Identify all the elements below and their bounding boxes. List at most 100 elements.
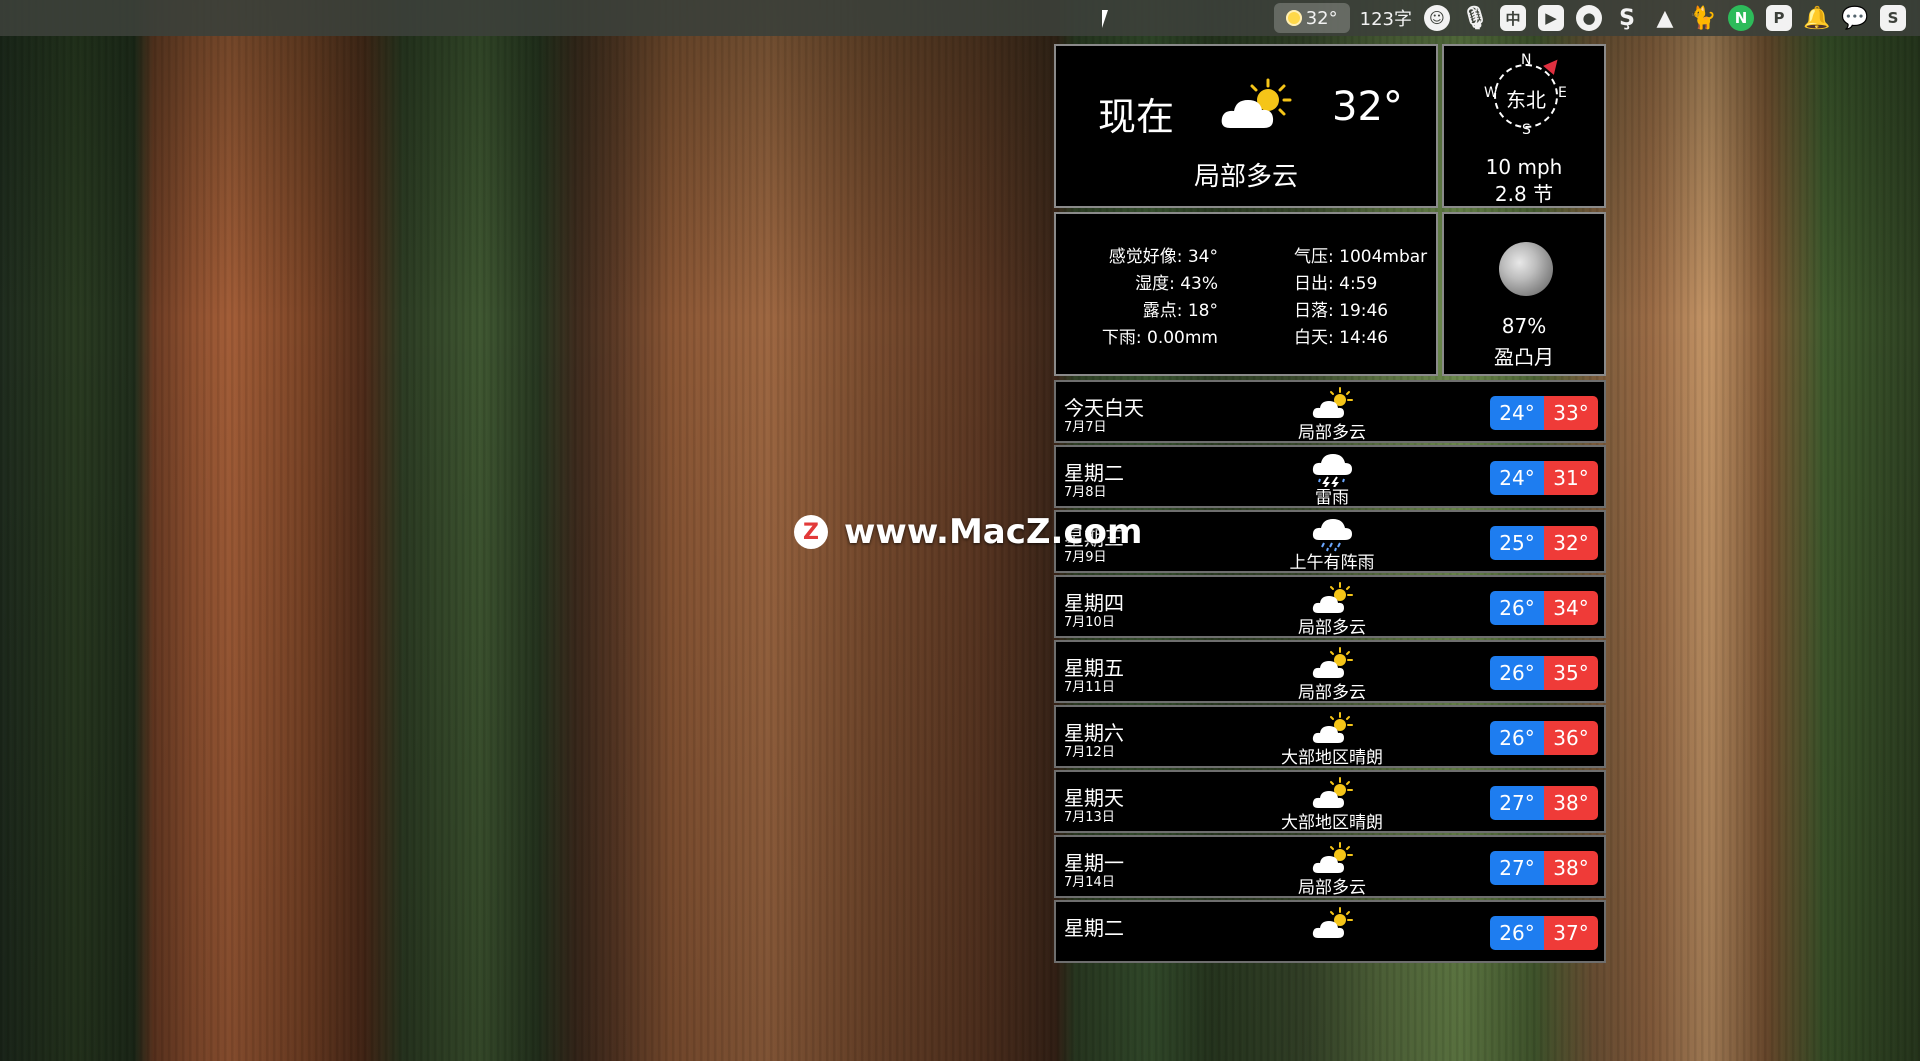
- dew-point: 露点: 18°: [1142, 301, 1218, 321]
- temperature-range: 24° 33°: [1490, 396, 1598, 430]
- partly-cloudy-icon: [1312, 582, 1353, 613]
- partly-cloudy-icon: [1312, 842, 1353, 873]
- current-temperature: 32°: [1332, 84, 1403, 130]
- forecast-row[interactable]: 今天白天 7月7日 局部多云 24° 33°: [1054, 380, 1606, 443]
- wechat-icon[interactable]: 💬: [1841, 5, 1868, 31]
- partly-cloudy-icon: [1221, 78, 1292, 128]
- microphone-icon[interactable]: 🎙: [1461, 5, 1489, 31]
- forecast-condition: 上午有阵雨: [1289, 553, 1375, 573]
- forecast-condition: 雷雨: [1315, 488, 1349, 508]
- forecast-row[interactable]: 星期六 7月12日 大部地区晴朗 26° 36°: [1054, 705, 1606, 768]
- moon-phase-card: 87% 盈凸月: [1442, 212, 1606, 376]
- watermark-logo: Z: [794, 515, 828, 549]
- forecast-row[interactable]: 星期天 7月13日 大部地区晴朗 27° 38°: [1054, 770, 1606, 833]
- forecast-condition: 大部地区晴朗: [1281, 813, 1383, 833]
- wind-direction: 东北: [1506, 88, 1546, 112]
- temperature-range: 26° 35°: [1490, 656, 1598, 690]
- details-right-column: 气压: 1004mbar 日出: 4:59 日落: 19:46 白天: 14:4…: [1294, 244, 1427, 352]
- high-temp: 35°: [1544, 656, 1598, 690]
- menubar-temperature: 32°: [1305, 7, 1338, 29]
- forecast-condition: 局部多云: [1298, 618, 1366, 638]
- s-icon[interactable]: Ş: [1614, 5, 1640, 31]
- weather-details-card: 感觉好像: 34° 湿度: 43% 露点: 18° 下雨: 0.00mm 气压:…: [1054, 212, 1438, 376]
- wind-speed: 10 mph 2.8 节: [1444, 154, 1604, 208]
- low-temp: 26°: [1490, 916, 1544, 950]
- bell-icon[interactable]: 🔔: [1803, 5, 1830, 31]
- bookmark-icon[interactable]: ▶: [1538, 5, 1564, 31]
- temperature-range: 24° 31°: [1490, 461, 1598, 495]
- forecast-condition: 局部多云: [1298, 878, 1366, 898]
- thunderstorm-icon: [1312, 454, 1352, 487]
- high-temp: 37°: [1544, 916, 1598, 950]
- forecast-date: 7月8日: [1064, 485, 1107, 500]
- compass-icon: N S W E 东北: [1484, 52, 1567, 138]
- partly-cloudy-icon: [1312, 907, 1353, 938]
- forecast-date: 7月13日: [1064, 810, 1115, 825]
- now-label: 现在: [1098, 95, 1175, 139]
- wind-card: N S W E 东北 10 mph 2.8 节: [1442, 44, 1606, 208]
- low-temp: 26°: [1490, 656, 1544, 690]
- high-temp: 33°: [1544, 396, 1598, 430]
- moon-phase: 盈凸月: [1494, 345, 1554, 369]
- forecast-condition: 局部多云: [1298, 683, 1366, 703]
- wind-mph: 10 mph: [1485, 155, 1563, 179]
- forecast-condition: 局部多云: [1298, 423, 1366, 443]
- forecast-date: 7月14日: [1064, 875, 1115, 890]
- low-temp: 27°: [1490, 851, 1544, 885]
- high-temp: 36°: [1544, 721, 1598, 755]
- forecast-date: 7月12日: [1064, 745, 1115, 760]
- forecast-condition: 大部地区晴朗: [1281, 748, 1383, 768]
- partly-cloudy-icon: [1285, 10, 1302, 26]
- low-temp: 26°: [1490, 721, 1544, 755]
- feels-like: 感觉好像: 34°: [1108, 247, 1218, 267]
- partly-cloudy-icon: [1312, 647, 1353, 678]
- temperature-range: 26° 37°: [1490, 916, 1598, 950]
- low-temp: 26°: [1490, 591, 1544, 625]
- mouse-cursor: [1102, 10, 1108, 28]
- low-temp: 24°: [1490, 461, 1544, 495]
- mountain-icon[interactable]: ▲: [1652, 5, 1678, 31]
- record-icon[interactable]: ●: [1576, 5, 1602, 31]
- n-icon[interactable]: N: [1728, 5, 1754, 31]
- weather-menubar-item[interactable]: 32°: [1273, 3, 1350, 33]
- sunset: 日落: 19:46: [1294, 301, 1389, 321]
- temperature-range: 27° 38°: [1490, 851, 1598, 885]
- pressure: 气压: 1004mbar: [1294, 247, 1428, 267]
- compass-south: S: [1522, 122, 1531, 138]
- high-temp: 32°: [1544, 526, 1598, 560]
- temperature-range: 25° 32°: [1490, 526, 1598, 560]
- cat-icon[interactable]: 🐈: [1689, 5, 1716, 31]
- forecast-date: 7月10日: [1064, 615, 1115, 630]
- p-icon[interactable]: P: [1766, 5, 1792, 31]
- current-condition: 局部多云: [1193, 162, 1298, 192]
- input-method-item[interactable]: 123字: [1360, 0, 1412, 36]
- chinese-input-icon[interactable]: 中: [1500, 5, 1526, 31]
- daylight: 白天: 14:46: [1294, 328, 1389, 348]
- forecast-row[interactable]: 星期五 7月11日 局部多云 26° 35°: [1054, 640, 1606, 703]
- temperature-range: 27° 38°: [1490, 786, 1598, 820]
- forecast-row[interactable]: 星期二 7月8日 雷雨 24° 31°: [1054, 445, 1606, 508]
- low-temp: 25°: [1490, 526, 1544, 560]
- forecast-day: 星期二: [1064, 916, 1124, 940]
- high-temp: 34°: [1544, 591, 1598, 625]
- showers-icon: [1312, 519, 1352, 552]
- forecast-row[interactable]: 星期一 7月14日 局部多云 27° 38°: [1054, 835, 1606, 898]
- emoji-icon[interactable]: ☺: [1424, 5, 1450, 31]
- humidity: 湿度: 43%: [1135, 274, 1218, 294]
- partly-cloudy-icon: [1312, 387, 1353, 418]
- high-temp: 38°: [1544, 851, 1598, 885]
- moon-percent: 87%: [1501, 314, 1547, 338]
- wind-knots: 2.8 节: [1494, 182, 1554, 206]
- forecast-row[interactable]: 星期二 26° 37°: [1054, 900, 1606, 963]
- temperature-range: 26° 34°: [1490, 591, 1598, 625]
- high-temp: 31°: [1544, 461, 1598, 495]
- details-left-column: 感觉好像: 34° 湿度: 43% 露点: 18° 下雨: 0.00mm: [1078, 244, 1218, 352]
- current-weather-card: 现在 32° 局部多云: [1054, 44, 1438, 208]
- sunrise: 日出: 4:59: [1294, 274, 1378, 294]
- forecast-date: 7月7日: [1064, 420, 1107, 435]
- s-square-icon[interactable]: S: [1880, 5, 1906, 31]
- forecast-row[interactable]: 星期四 7月10日 局部多云 26° 34°: [1054, 575, 1606, 638]
- high-temp: 38°: [1544, 786, 1598, 820]
- temperature-range: 26° 36°: [1490, 721, 1598, 755]
- forecast-date: 7月11日: [1064, 680, 1115, 695]
